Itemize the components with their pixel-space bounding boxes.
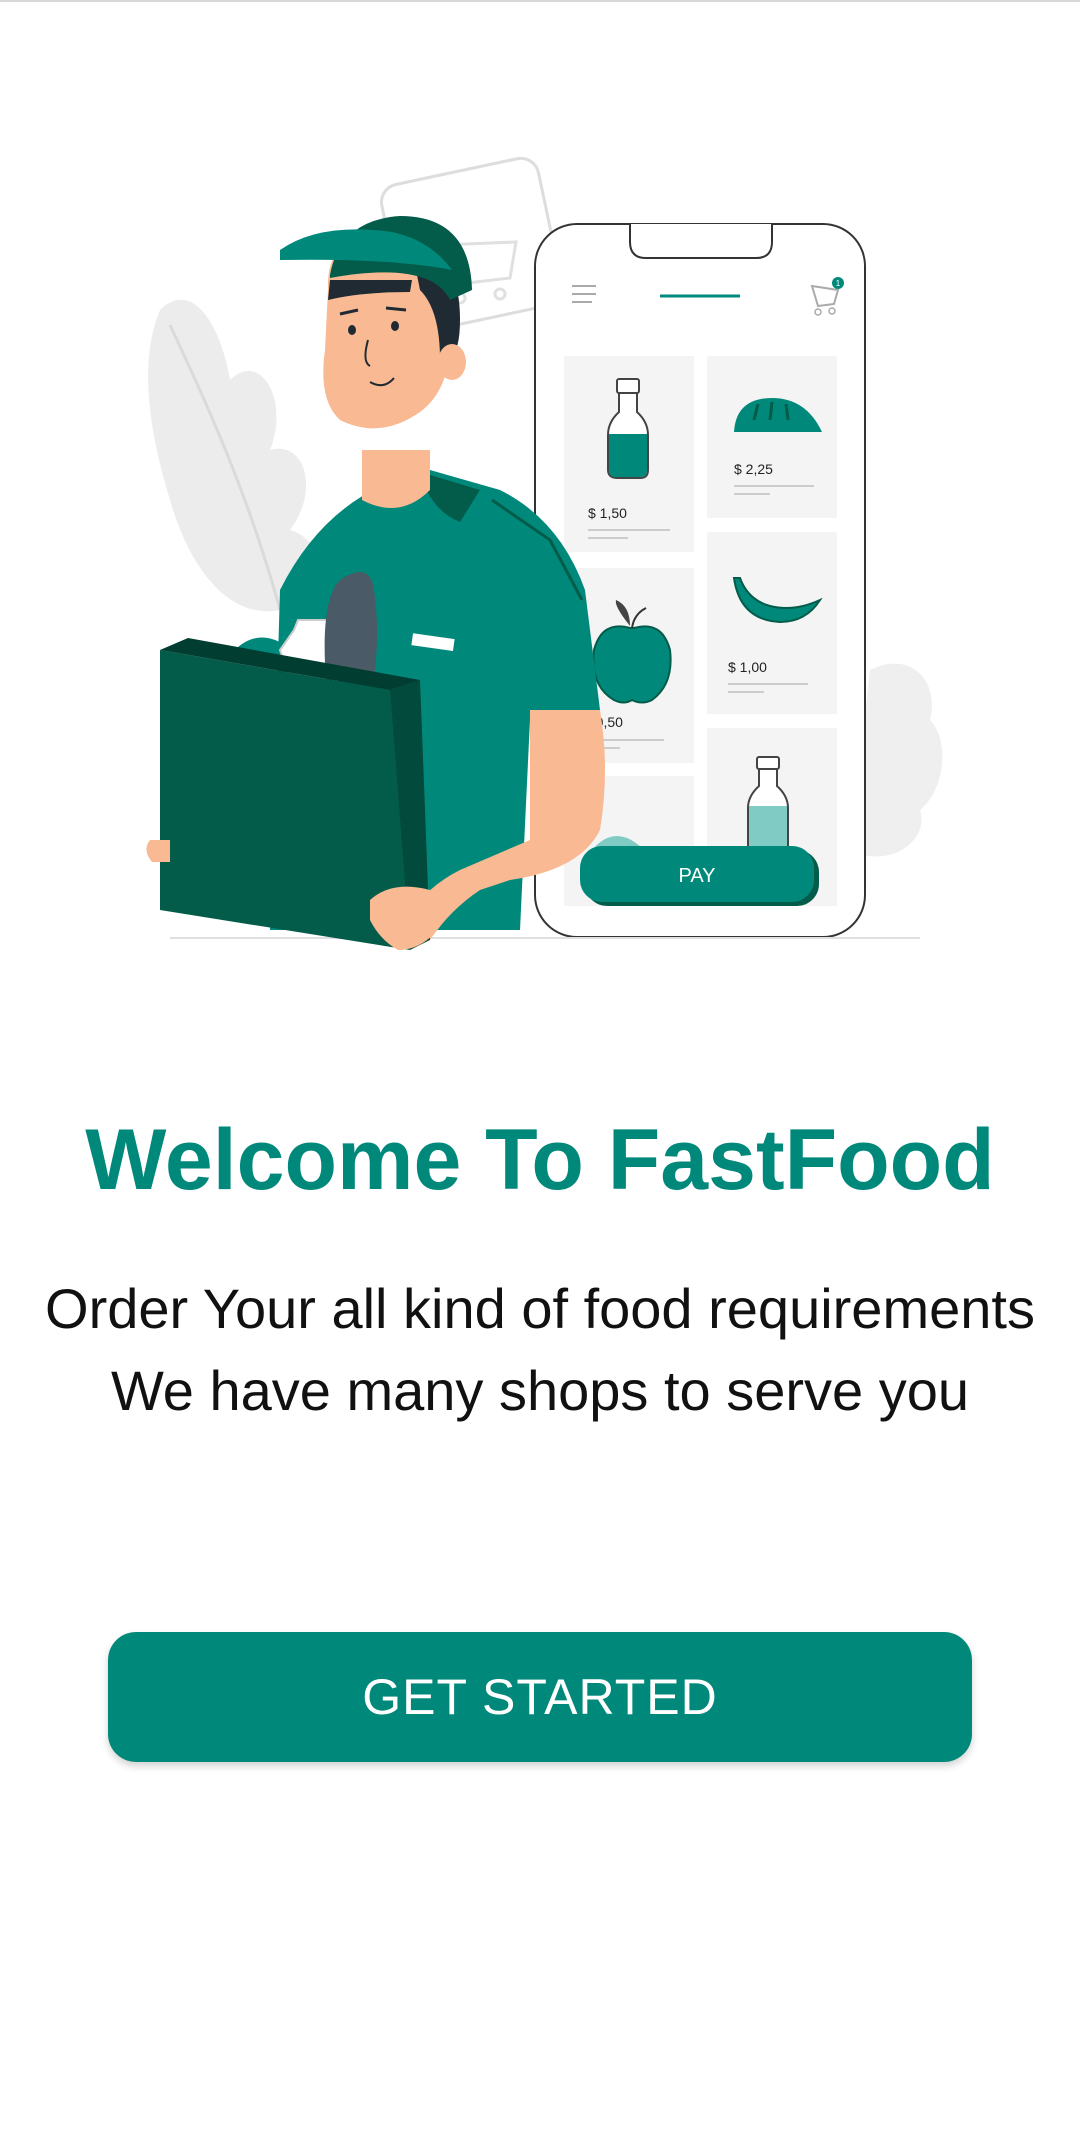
pay-label: PAY <box>678 865 715 887</box>
hero-illustration: 1 $ 1,50 $ 2,25 $ 0,50 $ 1,00 PAY <box>130 150 960 970</box>
status-divider <box>0 0 1080 2</box>
welcome-subtitle: Order Your all kind of food requirements… <box>0 1268 1080 1432</box>
price-label: $ 1,50 <box>588 505 627 521</box>
leaf-decoration-left <box>148 299 317 612</box>
product-tile <box>707 356 837 518</box>
pay-button: PAY <box>580 846 819 906</box>
subtitle-line: Order Your all kind of food requirements <box>45 1277 1035 1340</box>
product-tile <box>707 532 837 714</box>
price-label: $ 1,00 <box>728 659 767 675</box>
cart-badge: 1 <box>836 279 841 288</box>
subtitle-line: We have many shops to serve you <box>110 1359 970 1422</box>
get-started-button[interactable]: GET STARTED <box>108 1632 972 1762</box>
price-label: $ 2,25 <box>734 461 773 477</box>
welcome-title: Welcome To FastFood <box>85 1112 995 1208</box>
